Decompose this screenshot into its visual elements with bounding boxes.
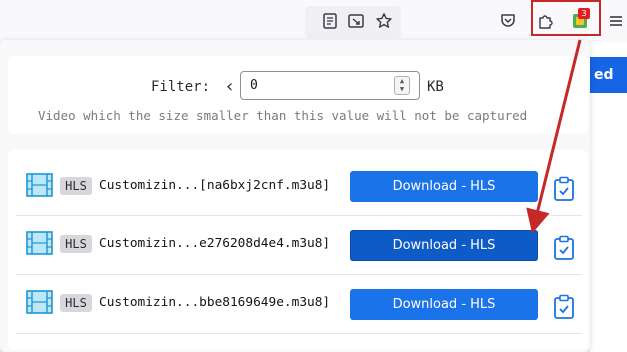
filter-hint: Video which the size smaller than this v… — [38, 108, 528, 123]
filter-size-input[interactable] — [240, 71, 420, 100]
video-filename: Customizin...bbe8169649e.m3u8] — [99, 295, 331, 310]
menu-icon[interactable] — [606, 11, 626, 31]
pocket-icon[interactable] — [498, 11, 518, 31]
clipboard-check-icon[interactable] — [553, 294, 575, 320]
download-hls-button[interactable]: Download - HLS — [350, 230, 538, 261]
browser-toolbar: 3 — [0, 0, 627, 42]
clipboard-check-icon[interactable] — [553, 235, 575, 261]
video-filename: Customizin...e276208d4e4.m3u8] — [99, 236, 331, 251]
hls-tag: HLS — [60, 177, 92, 195]
filter-unit: KB — [427, 79, 444, 95]
film-icon — [26, 173, 53, 197]
video-filename: Customizin...[na6bxj2cnf.m3u8] — [99, 178, 331, 193]
list-item: HLS Customizin...bbe8169649e.m3u8] Downl… — [16, 276, 590, 333]
bookmark-star-icon[interactable] — [374, 11, 394, 31]
filter-panel: Filter: ‹ ▲▼ KB Video which the size sma… — [8, 56, 588, 134]
download-hls-button[interactable]: Download - HLS — [350, 289, 538, 320]
list-item: HLS Customizin...e276208d4e4.m3u8] Downl… — [16, 217, 590, 274]
row-divider — [16, 274, 582, 275]
spinner-arrows-icon[interactable]: ▲ ▼ — [394, 76, 410, 95]
chevron-left-icon[interactable]: ‹ — [226, 76, 233, 97]
list-item: HLS Customizin...[na6bxj2cnf.m3u8] Downl… — [16, 159, 590, 216]
hls-tag: HLS — [60, 294, 92, 312]
screenshot-icon[interactable] — [346, 11, 366, 31]
background-page-button[interactable]: ed — [590, 57, 627, 93]
row-divider — [16, 333, 582, 334]
download-hls-button[interactable]: Download - HLS — [350, 171, 538, 202]
reader-view-icon[interactable] — [320, 11, 340, 31]
row-divider — [16, 215, 582, 216]
clipboard-check-icon[interactable] — [553, 176, 575, 202]
extension-highlight-box — [531, 0, 601, 36]
video-list: HLS Customizin...[na6bxj2cnf.m3u8] Downl… — [8, 150, 588, 350]
extension-popup: Filter: ‹ ▲▼ KB Video which the size sma… — [0, 40, 590, 352]
film-icon — [26, 231, 53, 255]
hls-tag: HLS — [60, 235, 92, 253]
film-icon — [26, 290, 53, 314]
filter-label: Filter: — [151, 79, 211, 95]
